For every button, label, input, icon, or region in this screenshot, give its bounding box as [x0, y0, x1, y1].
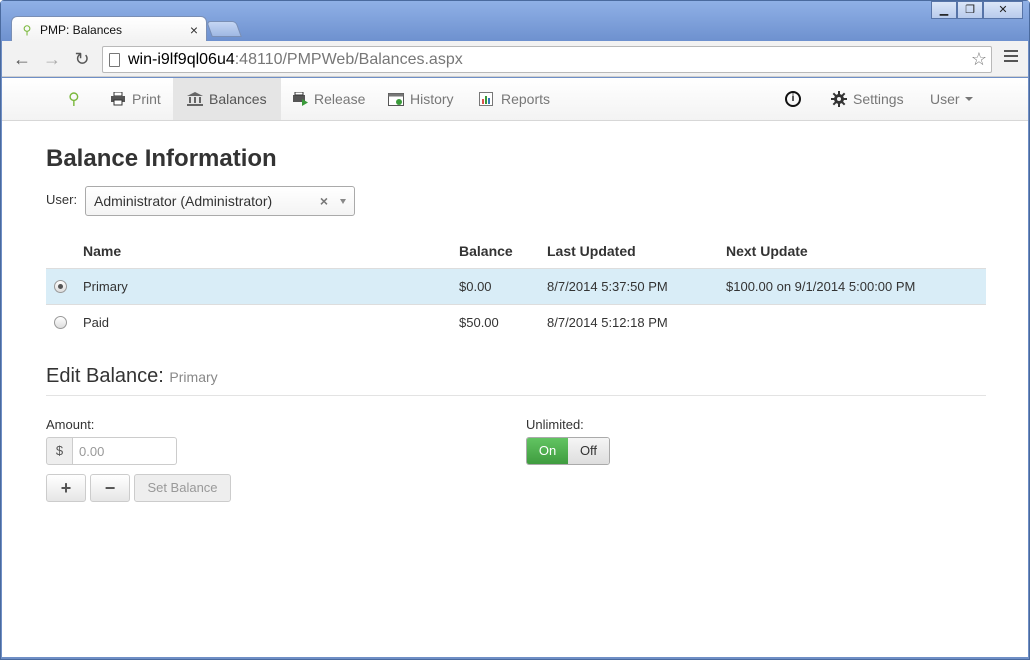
nav-balances-label: Balances	[209, 91, 267, 107]
nav-print[interactable]: Print	[96, 78, 175, 120]
browser-tab[interactable]: ⚲ PMP: Balances ×	[11, 16, 207, 42]
amount-input-group: $	[46, 437, 177, 465]
amount-input[interactable]	[73, 437, 177, 465]
printer-icon	[111, 92, 125, 106]
tab-close-icon[interactable]: ×	[190, 22, 198, 38]
nav-settings-label: Settings	[853, 91, 904, 107]
balance-amount: $50.00	[459, 314, 499, 330]
table-row[interactable]: Primary $0.00 8/7/2014 5:37:50 PM $100.0…	[46, 268, 986, 305]
home-logo-link[interactable]: ⚲	[54, 78, 94, 120]
table-row[interactable]: Paid $50.00 8/7/2014 5:12:18 PM	[46, 304, 986, 340]
minimize-button[interactable]: ▁	[931, 1, 957, 19]
unlimited-label: Unlimited:	[526, 417, 584, 432]
calendar-icon	[388, 93, 404, 106]
bank-icon	[187, 92, 203, 106]
page-title: Balance Information	[46, 145, 277, 172]
caret-down-icon	[964, 97, 973, 101]
title-bar: ⚲ PMP: Balances × ▁ ❐ ✕	[1, 1, 1029, 42]
nav-history[interactable]: History	[374, 78, 468, 120]
edit-balance-heading: Edit Balance: Primary	[46, 365, 218, 388]
forward-icon[interactable]: →	[42, 49, 62, 69]
release-printer-icon	[293, 92, 308, 106]
increase-button[interactable]: +	[46, 474, 86, 502]
tab-title: PMP: Balances	[40, 22, 123, 37]
user-select-value: Administrator (Administrator)	[94, 193, 273, 209]
balance-last-updated: 8/7/2014 5:12:18 PM	[547, 314, 668, 330]
app-navbar: ⚲ Print Balances Release History Reports	[2, 78, 1028, 121]
pmp-logo-icon: ⚲	[68, 91, 80, 108]
table-header-row: Name Balance Last Updated Next Update	[46, 234, 986, 269]
balance-next-update	[726, 304, 986, 340]
url-host: win-i9lf9ql06u4	[128, 50, 235, 68]
column-header-balance: Balance	[459, 234, 547, 269]
row-radio-cell	[46, 304, 83, 340]
column-header-name: Name	[83, 234, 459, 269]
row-radio-cell	[46, 268, 83, 305]
window-controls: ▁ ❐ ✕	[931, 1, 1023, 19]
nav-reports-label: Reports	[501, 91, 551, 107]
new-tab-button[interactable]	[206, 21, 242, 37]
info-button[interactable]: i	[771, 78, 815, 120]
balance-next-update: $100.00 on 9/1/2014 5:00:00 PM	[726, 268, 986, 305]
info-icon: i	[785, 91, 801, 107]
column-header-next-update: Next Update	[726, 234, 986, 269]
back-icon[interactable]: ←	[12, 49, 32, 69]
balances-table: Name Balance Last Updated Next Update Pr…	[46, 234, 986, 340]
nav-settings[interactable]: Settings	[817, 78, 918, 120]
nav-reports[interactable]: Reports	[465, 78, 564, 120]
edit-balance-title: Edit Balance:	[46, 365, 164, 387]
unlimited-toggle[interactable]: On Off	[526, 437, 610, 465]
reports-icon	[479, 92, 493, 106]
page-icon	[109, 52, 120, 67]
amount-label: Amount:	[46, 417, 95, 432]
balance-amount: $0.00	[459, 268, 547, 305]
clear-icon[interactable]: ×	[320, 193, 328, 209]
nav-release-label: Release	[314, 91, 366, 107]
chevron-down-icon[interactable]	[340, 198, 346, 204]
toggle-on[interactable]: On	[527, 438, 568, 464]
address-bar[interactable]: win-i9lf9ql06u4:48110/PMPWeb/Balances.as…	[102, 46, 992, 73]
nav-user-label: User	[930, 91, 960, 107]
bookmark-star-icon[interactable]: ☆	[971, 49, 987, 70]
column-header-last-updated: Last Updated	[547, 234, 726, 269]
user-select[interactable]: Administrator (Administrator) ×	[85, 186, 355, 216]
balance-name: Primary	[83, 268, 459, 305]
menu-icon[interactable]	[1004, 50, 1018, 65]
nav-release[interactable]: Release	[278, 78, 379, 120]
decrease-button[interactable]: −	[90, 474, 130, 502]
nav-history-label: History	[410, 91, 454, 107]
pmp-logo-icon: ⚲	[22, 22, 32, 37]
nav-balances[interactable]: Balances	[173, 78, 281, 120]
currency-addon: $	[46, 437, 73, 465]
browser-toolbar: ← → ↻ win-i9lf9ql06u4:48110/PMPWeb/Balan…	[2, 41, 1028, 77]
page-viewport: ⚲ Print Balances Release History Reports	[2, 78, 1028, 657]
select-column-header	[46, 234, 83, 269]
browser-window: ⚲ PMP: Balances × ▁ ❐ ✕ ← → ↻ win-i9lf9q…	[0, 0, 1030, 660]
row-radio[interactable]	[54, 315, 67, 329]
balance-last-updated: 8/7/2014 5:37:50 PM	[547, 268, 726, 305]
url-path: :48110/PMPWeb/Balances.aspx	[234, 50, 463, 68]
nav-print-label: Print	[132, 91, 161, 107]
gear-icon	[831, 91, 847, 107]
divider	[46, 395, 986, 396]
close-window-button[interactable]: ✕	[983, 1, 1023, 19]
row-radio[interactable]	[54, 279, 67, 293]
reload-icon[interactable]: ↻	[72, 49, 92, 69]
toggle-off[interactable]: Off	[568, 438, 609, 464]
edit-balance-subtitle: Primary	[169, 369, 218, 385]
restore-button[interactable]: ❐	[957, 1, 983, 19]
balance-name: Paid	[83, 314, 110, 330]
set-balance-button[interactable]: Set Balance	[134, 474, 231, 502]
user-label: User:	[46, 192, 78, 207]
nav-user-dropdown[interactable]: User	[916, 78, 987, 120]
